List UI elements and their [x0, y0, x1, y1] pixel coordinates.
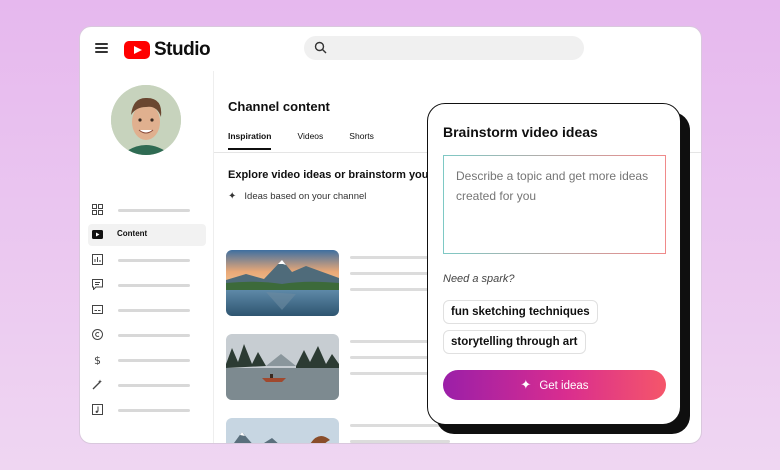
sidebar: Content $ — [80, 71, 214, 443]
tab-inspiration[interactable]: Inspiration — [228, 131, 272, 150]
hamburger-menu-icon[interactable] — [95, 43, 108, 53]
comments-icon — [92, 279, 103, 290]
sidebar-item-content[interactable]: Content — [88, 224, 206, 246]
sidebar-item-subtitles[interactable] — [88, 299, 206, 321]
nav-placeholder-line — [118, 384, 190, 387]
nav-placeholder-line — [118, 409, 190, 412]
sidebar-item-copyright[interactable] — [88, 324, 206, 346]
content-tabs: Inspiration Videos Shorts — [228, 131, 374, 150]
analytics-icon — [92, 254, 103, 265]
ideas-subtitle-text: Ideas based on your channel — [244, 191, 367, 202]
sidebar-item-dashboard[interactable] — [88, 199, 206, 221]
topic-input[interactable] — [443, 155, 666, 254]
brainstorm-panel: Brainstorm video ideas Need a spark? fun… — [427, 103, 681, 425]
dashboard-icon — [92, 204, 103, 215]
nav-placeholder-line — [118, 334, 190, 337]
sparkle-icon: ✦ — [228, 191, 237, 202]
brainstorm-title: Brainstorm video ideas — [443, 124, 598, 140]
logo-text: Studio — [154, 39, 211, 60]
idea-thumbnail-mountain-hiker[interactable] — [226, 418, 339, 443]
ideas-subtitle: ✦ Ideas based on your channel — [228, 191, 366, 202]
idea-thumbnail-mountain-lake[interactable] — [226, 250, 339, 316]
get-ideas-button[interactable]: ✦ Get ideas — [443, 370, 666, 400]
magic-wand-icon — [92, 379, 102, 390]
page-title: Channel content — [228, 99, 330, 114]
sidebar-item-analytics[interactable] — [88, 249, 206, 271]
idea-thumbnail-canoe-lake[interactable] — [226, 334, 339, 400]
svg-text:$: $ — [94, 354, 101, 365]
youtube-play-icon — [124, 41, 150, 59]
explore-heading: Explore video ideas or brainstorm you — [228, 169, 429, 181]
content-icon — [92, 230, 103, 239]
search-icon — [314, 41, 327, 54]
nav-placeholder-line — [118, 309, 190, 312]
search-bar[interactable] — [304, 36, 584, 60]
sparkle-icon: ✦ — [520, 377, 532, 392]
channel-avatar[interactable] — [111, 85, 181, 155]
sidebar-item-audio-library[interactable] — [88, 399, 206, 421]
top-bar: Studio — [80, 27, 701, 71]
youtube-studio-logo[interactable]: Studio — [124, 39, 211, 61]
sidebar-item-label: Content — [117, 229, 148, 238]
nav-placeholder-line — [118, 209, 190, 212]
nav-placeholder-line — [118, 259, 190, 262]
idea-line — [350, 440, 450, 443]
audio-library-icon — [92, 404, 103, 415]
tab-videos[interactable]: Videos — [297, 131, 323, 150]
suggestion-chip[interactable]: storytelling through art — [443, 330, 586, 354]
subtitles-icon — [92, 305, 103, 314]
copyright-icon — [92, 329, 103, 340]
nav-placeholder-line — [118, 359, 190, 362]
suggestion-chip[interactable]: fun sketching techniques — [443, 300, 598, 324]
dollar-icon: $ — [94, 354, 101, 365]
sidebar-item-earn[interactable]: $ — [88, 349, 206, 371]
nav-placeholder-line — [118, 284, 190, 287]
tab-shorts[interactable]: Shorts — [349, 131, 374, 150]
sidebar-item-comments[interactable] — [88, 274, 206, 296]
get-ideas-label: Get ideas — [539, 380, 589, 392]
spark-label: Need a spark? — [443, 273, 515, 285]
sidebar-item-customization[interactable] — [88, 374, 206, 396]
